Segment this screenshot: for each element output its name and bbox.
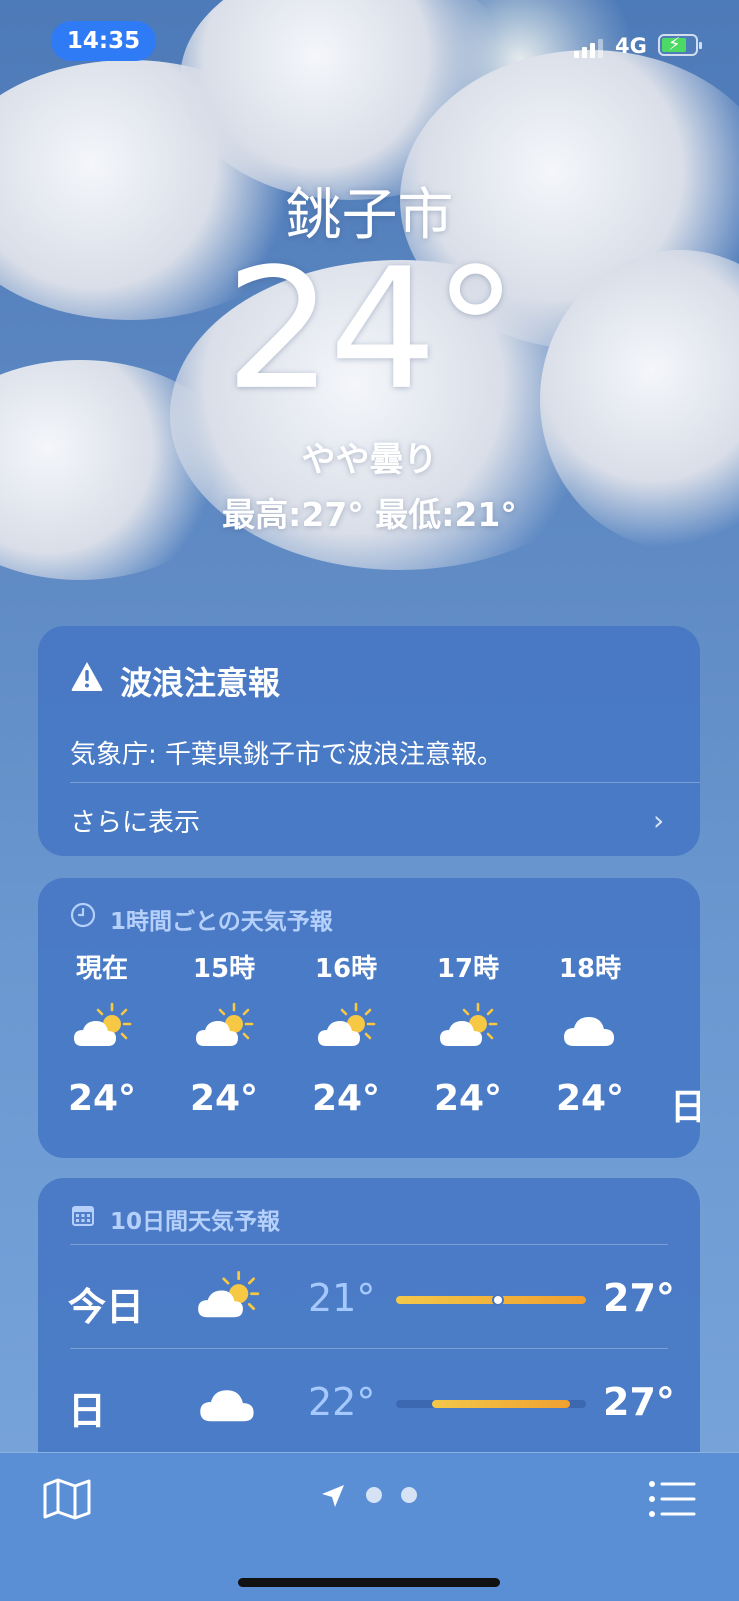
- alert-title: 波浪注意報: [120, 664, 281, 702]
- status-time[interactable]: 14:35: [51, 21, 156, 61]
- daily-row[interactable]: 今日 21° 27°: [38, 1246, 700, 1348]
- temperature-range-fill: [396, 1296, 586, 1304]
- current-temperature: 24°: [224, 232, 518, 428]
- partly-cloudy-icon: [318, 1002, 376, 1046]
- day-label: 今日: [68, 1285, 145, 1329]
- hour-label: 17時: [436, 954, 500, 984]
- daily-forecast-card[interactable]: 10日間天気予報 今日 21° 27° 日 22° 27°: [38, 1178, 700, 1478]
- cloud-icon: [200, 1390, 254, 1422]
- charging-bolt-icon: ⚡: [668, 34, 681, 55]
- hourly-item[interactable]: 17時 24°: [418, 948, 518, 1119]
- partly-cloudy-icon: [196, 1002, 254, 1046]
- page-dot[interactable]: [366, 1487, 382, 1503]
- list-icon[interactable]: [648, 1479, 698, 1519]
- hour-temperature: 24°: [67, 1078, 137, 1119]
- daily-row[interactable]: 日 22° 27°: [38, 1350, 700, 1452]
- hour-label: 16時: [314, 954, 378, 984]
- page-dot[interactable]: [401, 1487, 417, 1503]
- partly-cloudy-icon: [74, 1002, 132, 1046]
- show-more-link[interactable]: さらに表示: [70, 802, 200, 839]
- hourly-forecast-card[interactable]: 1時間ごとの天気予報 現在 24° 15時 24° 16時 24° 17時 24…: [38, 878, 700, 1158]
- high-low-temps: 最高:27° 最低:21°: [222, 495, 517, 534]
- signal-icon: [574, 36, 606, 58]
- hour-temperature: 24°: [555, 1078, 625, 1119]
- high-temperature: 27°: [603, 1380, 675, 1424]
- hour-temperature-partial: 日: [670, 1087, 700, 1128]
- location-arrow-icon[interactable]: [320, 1483, 346, 1509]
- status-bar: 14:35 4G ⚡: [0, 0, 739, 90]
- low-temperature: 21°: [308, 1276, 376, 1320]
- hour-temperature: 24°: [311, 1078, 381, 1119]
- hour-label: 15時: [192, 954, 256, 984]
- hour-label: 現在: [75, 954, 128, 984]
- temperature-range-bar: [396, 1294, 586, 1306]
- high-temperature: 27°: [603, 1276, 675, 1320]
- warning-triangle-icon: [71, 662, 103, 691]
- partly-cloudy-icon: [440, 1002, 498, 1046]
- home-indicator[interactable]: [238, 1578, 500, 1587]
- partly-cloudy-icon: [198, 1271, 260, 1318]
- hour-label: 18時: [558, 954, 622, 984]
- temperature-range-fill: [432, 1400, 570, 1408]
- divider: [70, 1244, 668, 1245]
- calendar-icon: [72, 1206, 94, 1226]
- chevron-right-icon[interactable]: ›: [653, 804, 664, 837]
- hour-temperature: 24°: [433, 1078, 503, 1119]
- battery-icon: ⚡: [658, 34, 702, 56]
- hourly-heading: 1時間ごとの天気予報: [110, 909, 333, 935]
- alert-body: 気象庁: 千葉県銚子市で波浪注意報。: [70, 740, 504, 770]
- temperature-range-bar: [396, 1400, 586, 1408]
- day-label: 日: [68, 1389, 107, 1433]
- divider: [70, 1348, 668, 1349]
- map-icon[interactable]: [42, 1477, 92, 1521]
- hourly-item[interactable]: 15時 24°: [174, 948, 274, 1119]
- daily-heading: 10日間天気予報: [110, 1209, 281, 1235]
- hour-temperature: 24°: [189, 1078, 259, 1119]
- divider: [70, 782, 700, 783]
- hourly-item[interactable]: 18時 24°: [540, 948, 640, 1119]
- network-type: 4G: [615, 34, 647, 58]
- cloud-icon: [564, 1017, 614, 1046]
- weather-condition: やや曇り: [301, 440, 438, 480]
- alert-card[interactable]: 波浪注意報 気象庁: 千葉県銚子市で波浪注意報。 さらに表示 ›: [38, 626, 700, 856]
- hourly-item[interactable]: 16時 24°: [296, 948, 396, 1119]
- hourly-item[interactable]: 現在 24°: [52, 948, 152, 1119]
- low-temperature: 22°: [308, 1380, 376, 1424]
- current-temperature-dot: [492, 1294, 504, 1306]
- clock-icon: [70, 902, 96, 928]
